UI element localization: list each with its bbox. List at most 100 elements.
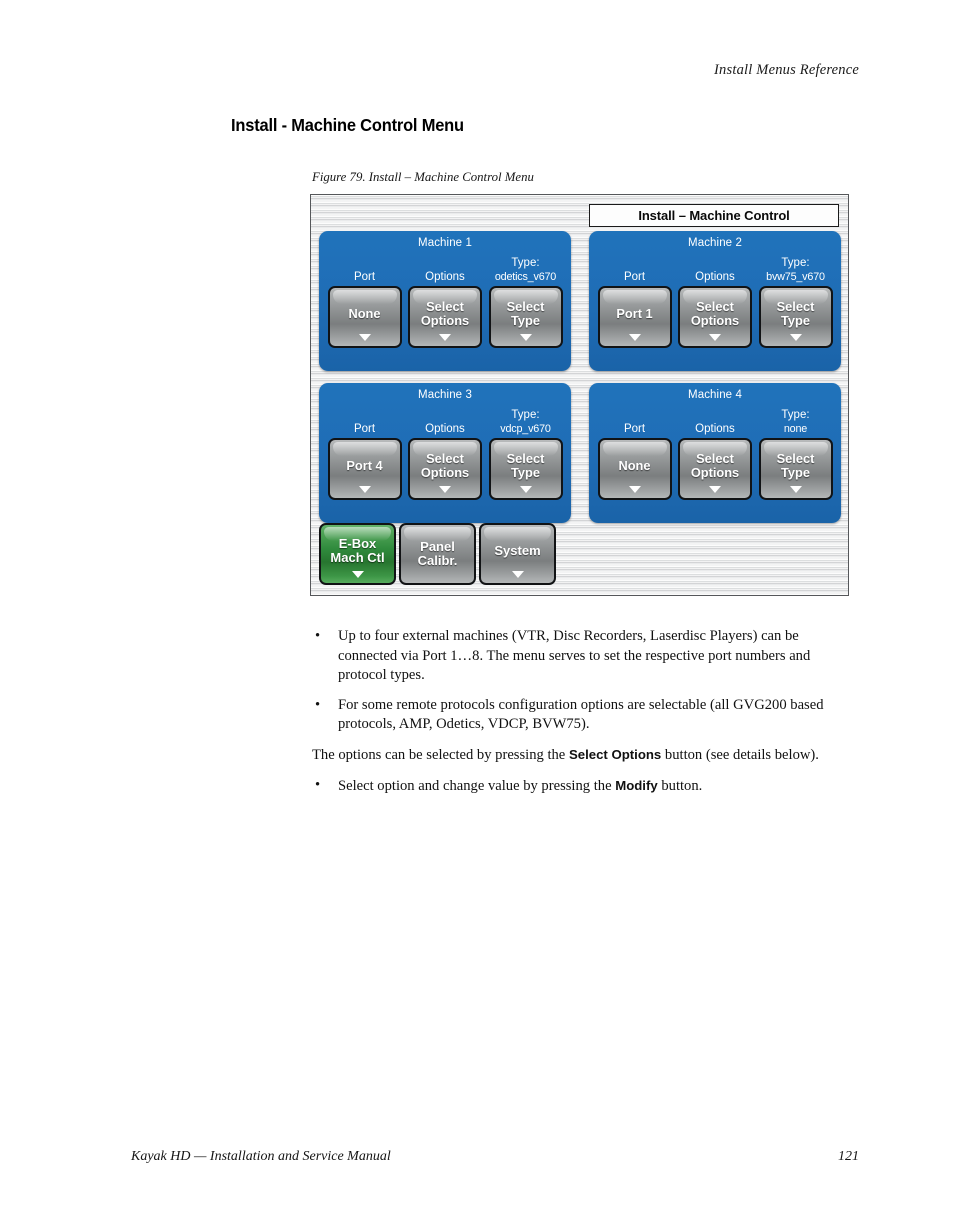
- paragraph-select-options: The options can be selected by pressing …: [312, 745, 860, 766]
- menu-bottom-toolbar: E-Box Mach Ctl Panel Calibr. System: [319, 523, 556, 587]
- machine-3-select-options-line2: Options: [420, 465, 470, 480]
- machine-4-select-type-line1: Select: [776, 450, 815, 466]
- machine-2-title: Machine 2: [688, 237, 742, 249]
- machine-panel-1: Machine 1 Port None Options Select Optio…: [319, 231, 571, 371]
- machine-2-port-column: Port Port 1: [596, 254, 673, 364]
- machine-3-options-column: Options Select Options: [407, 406, 484, 516]
- machine-1-type-label: Type: odetics_v670: [495, 254, 556, 286]
- machine-2-select-type-button[interactable]: Select Type: [758, 286, 833, 348]
- panel-calibr-line2: Calibr.: [417, 553, 458, 568]
- machine-2-select-options-text: Select Options: [691, 299, 739, 329]
- machine-1-options-label: Options: [425, 270, 465, 283]
- system-button[interactable]: System: [479, 523, 556, 585]
- machine-4-options-column: Options Select Options: [677, 406, 754, 516]
- machine-2-type-caption: Type:: [781, 257, 810, 269]
- machine-3-select-type-text: Select Type: [506, 450, 545, 481]
- machine-1-port-value: None: [348, 305, 381, 321]
- menu-title-bar: Install – Machine Control: [589, 204, 839, 227]
- figure-caption: Figure 79. Install – Machine Control Men…: [312, 170, 534, 184]
- machine-3-port-button[interactable]: Port 4: [327, 438, 402, 500]
- machine-3-options-label: Options: [425, 422, 465, 435]
- chevron-down-icon: [709, 334, 721, 341]
- machine-3-type-caption: Type:: [511, 409, 540, 421]
- chevron-down-icon: [709, 486, 721, 493]
- chevron-down-icon: [628, 334, 641, 341]
- chevron-down-icon: [358, 486, 371, 493]
- ebox-mach-ctl-label: E-Box Mach Ctl: [330, 535, 385, 566]
- machine-2-select-options-button[interactable]: Select Options: [678, 286, 752, 348]
- ebox-mach-ctl-button[interactable]: E-Box Mach Ctl: [319, 523, 396, 585]
- machine-3-port-value: Port 4: [346, 457, 383, 473]
- machine-3-select-type-button[interactable]: Select Type: [488, 438, 563, 500]
- bullet-item-3: • Select option and change value by pres…: [312, 776, 860, 797]
- machine-2-port-label: Port: [623, 270, 646, 283]
- page-footer: Kayak HD — Installation and Service Manu…: [131, 1149, 859, 1165]
- footer-manual-title: Kayak HD — Installation and Service Manu…: [131, 1149, 391, 1164]
- machine-4-select-options-text: Select Options: [690, 450, 740, 481]
- para-text-before: The options can be selected by pressing …: [312, 746, 569, 763]
- machine-1-select-options-button[interactable]: Select Options: [408, 286, 482, 348]
- machine-1-type-caption: Type:: [511, 257, 540, 269]
- machine-3-type-column: Type: vdcp_v670 Select Type: [487, 406, 564, 516]
- machine-4-title: Machine 4: [688, 389, 742, 401]
- bullet-marker-icon: •: [315, 696, 321, 713]
- machine-4-select-options-button[interactable]: Select Options: [678, 438, 752, 500]
- bullet-item-1: • Up to four external machines (VTR, Dis…: [312, 627, 860, 686]
- panel-calibr-button[interactable]: Panel Calibr.: [399, 523, 476, 585]
- machine-1-select-options-text: Select Options: [420, 299, 470, 329]
- chevron-down-icon: [351, 571, 364, 578]
- machine-1-select-options-line2: Options: [420, 313, 470, 328]
- panel-calibr-label: Panel Calibr.: [417, 539, 458, 569]
- chevron-down-icon: [439, 334, 451, 341]
- chevron-down-icon: [439, 486, 451, 493]
- chevron-down-icon: [511, 571, 524, 578]
- machine-3-title: Machine 3: [418, 389, 472, 401]
- machine-panel-4: Machine 4 Port None Options Select Optio…: [589, 383, 841, 523]
- chevron-down-icon: [789, 334, 802, 341]
- machine-4-type-value: none: [783, 422, 808, 435]
- machine-2-select-type-text: Select Type: [777, 299, 815, 329]
- bullet-3-after: button.: [657, 777, 703, 794]
- chevron-down-icon: [519, 486, 532, 493]
- bullet-marker-icon: •: [315, 628, 321, 644]
- machine-3-select-type-line1: Select: [506, 450, 545, 466]
- bullet-marker-icon: •: [315, 776, 321, 793]
- machine-4-port-value: None: [618, 457, 651, 473]
- machine-3-type-label: Type: vdcp_v670: [500, 406, 551, 438]
- machine-4-type-label: Type: none: [781, 406, 809, 438]
- machine-3-port-column: Port Port 4: [326, 406, 403, 516]
- machine-1-type-column: Type: odetics_v670 Select Type: [487, 254, 564, 364]
- footer-page-number: 121: [838, 1149, 859, 1164]
- system-label: System: [494, 542, 541, 558]
- machine-3-select-options-button[interactable]: Select Options: [408, 438, 482, 500]
- machine-2-options-column: Options Select Options: [677, 254, 754, 364]
- machine-3-select-options-text: Select Options: [420, 450, 470, 481]
- chevron-down-icon: [789, 486, 802, 493]
- machine-1-type-value: odetics_v670: [494, 270, 557, 283]
- machine-1-options-column: Options Select Options: [407, 254, 484, 364]
- para-bold-select-options: Select Options: [568, 746, 662, 762]
- machine-1-select-type-button[interactable]: Select Type: [488, 286, 563, 348]
- bullet-3-before: Select option and change value by pressi…: [338, 777, 616, 794]
- page-title: Install - Machine Control Menu: [231, 115, 464, 135]
- machine-1-port-label: Port: [353, 270, 376, 283]
- bullet-item-2: • For some remote protocols configuratio…: [312, 696, 860, 735]
- machine-4-select-options-line2: Options: [690, 465, 740, 480]
- machine-3-type-value: vdcp_v670: [500, 422, 551, 435]
- machine-1-select-type-line2: Type: [511, 313, 540, 328]
- ebox-mach-ctl-line1: E-Box: [338, 535, 377, 551]
- menu-title-label: Install – Machine Control: [638, 208, 790, 223]
- chevron-down-icon: [358, 334, 371, 341]
- machine-4-type-column: Type: none Select Type: [757, 406, 834, 516]
- machine-4-select-options-line1: Select: [696, 450, 734, 466]
- machine-4-select-type-line2: Type: [781, 465, 810, 480]
- machine-3-select-options-line1: Select: [426, 450, 464, 466]
- body-copy: • Up to four external machines (VTR, Dis…: [312, 627, 860, 806]
- machine-control-menu-figure: Install – Machine Control Machine 1 Port…: [310, 194, 849, 596]
- machine-4-select-type-button[interactable]: Select Type: [758, 438, 833, 500]
- machine-4-type-caption: Type:: [781, 409, 810, 421]
- machine-4-port-button[interactable]: None: [597, 438, 672, 500]
- machine-1-port-button[interactable]: None: [327, 286, 402, 348]
- machine-2-port-button[interactable]: Port 1: [597, 286, 672, 348]
- ebox-mach-ctl-line2: Mach Ctl: [330, 550, 385, 565]
